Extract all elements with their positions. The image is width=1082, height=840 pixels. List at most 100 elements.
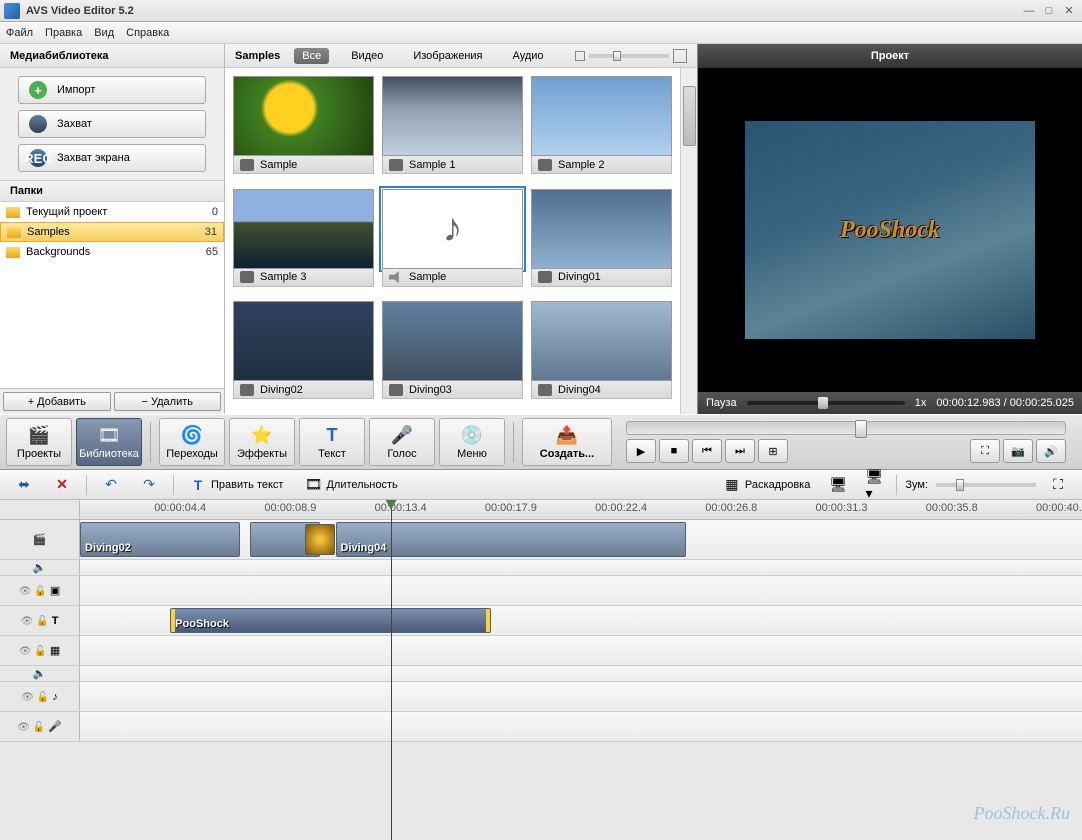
frame-button[interactable]: ⊞ [758, 439, 788, 463]
seek-handle[interactable] [855, 420, 867, 438]
display2-button[interactable]: 🖥▾ [860, 474, 888, 496]
transitions-button[interactable]: 🌀Переходы [159, 418, 225, 466]
add-folder-button[interactable]: + Добавить [3, 392, 111, 411]
film-icon: 🎬 [33, 533, 47, 546]
library-button[interactable]: 🎞Библиотека [76, 418, 142, 466]
thumb-sample3[interactable]: Sample 3 [233, 189, 374, 294]
zoom-large-icon[interactable] [673, 49, 687, 63]
menu-file[interactable]: Файл [6, 27, 33, 39]
split-button[interactable]: ⬌ [10, 474, 38, 496]
thumb-diving02[interactable]: Diving02 [233, 301, 374, 406]
delete-folder-button[interactable]: − Удалить [114, 392, 222, 411]
timeline-ruler[interactable]: 00:00:04.4 00:00:08.9 00:00:13.4 00:00:1… [80, 500, 1082, 519]
screen-capture-button[interactable]: REC Захват экрана [18, 144, 206, 172]
effect-track-content[interactable] [80, 636, 1082, 665]
minimize-icon[interactable]: — [1020, 4, 1038, 18]
next-button[interactable]: ⏭ [725, 439, 755, 463]
filter-audio[interactable]: Аудио [505, 48, 552, 64]
text-button[interactable]: TТекст [299, 418, 365, 466]
clip-edge[interactable] [171, 609, 175, 632]
video-icon [389, 159, 403, 171]
delete-button[interactable]: ✕ [48, 474, 76, 496]
library-scrollbar[interactable] [680, 68, 697, 414]
clip-diving02[interactable]: Diving02 [80, 522, 240, 557]
close-icon[interactable]: ✕ [1060, 4, 1078, 18]
menu-help[interactable]: Справка [126, 27, 169, 39]
volume-button[interactable]: 🔊 [1036, 439, 1066, 463]
lock-icon[interactable] [34, 645, 46, 657]
eye-icon[interactable] [17, 721, 30, 733]
slider-handle[interactable] [613, 51, 621, 61]
overlay-track-head: ▣ [0, 576, 80, 605]
audio-track-content[interactable] [80, 560, 1082, 575]
thumb-diving04[interactable]: Diving04 [531, 301, 672, 406]
zoom-small-icon[interactable] [575, 51, 585, 61]
filter-all[interactable]: Все [294, 48, 329, 64]
folder-samples[interactable]: Samples 31 [0, 222, 224, 242]
lock-icon[interactable] [34, 585, 46, 597]
create-button[interactable]: 📤Создать... [522, 418, 612, 466]
playhead[interactable] [391, 500, 392, 840]
fit-button[interactable]: ⛶ [1044, 474, 1072, 496]
snapshot-button[interactable]: 📷 [1003, 439, 1033, 463]
thumb-sample[interactable]: Sample [233, 76, 374, 181]
effects-button[interactable]: ⭐Эффекты [229, 418, 295, 466]
lock-icon[interactable] [33, 721, 45, 733]
thumb-sample-audio[interactable]: ♪Sample [382, 189, 523, 294]
storyboard-button[interactable]: ▦Раскадровка [718, 474, 816, 496]
duration-button[interactable]: 🎞Длительность [299, 474, 403, 496]
text-track-content[interactable]: PooShock [80, 606, 1082, 635]
seek-slider[interactable] [626, 421, 1066, 435]
thumb-diving03[interactable]: Diving03 [382, 301, 523, 406]
menubar: Файл Правка Вид Справка [0, 22, 1082, 44]
overlay-icon: ▣ [50, 584, 60, 597]
play-button[interactable]: ▶ [626, 439, 656, 463]
lock-icon[interactable] [37, 691, 49, 703]
slider-handle[interactable] [956, 479, 964, 491]
music-track-head: ♪ [0, 682, 80, 711]
speed-slider[interactable] [747, 401, 905, 405]
slider-handle[interactable] [818, 397, 828, 409]
menu-button[interactable]: 💿Меню [439, 418, 505, 466]
voice-button[interactable]: 🎤Голос [369, 418, 435, 466]
folder-current-project[interactable]: Текущий проект 0 [0, 202, 224, 222]
fullscreen-button[interactable]: ⛶ [970, 439, 1000, 463]
ruler-tick: 00:00:35.8 [926, 502, 978, 514]
timeline-zoom-slider[interactable] [936, 483, 1036, 487]
text-clip-pooshock[interactable]: PooShock [170, 608, 491, 633]
scrollbar-thumb[interactable] [683, 86, 696, 146]
menu-edit[interactable]: Правка [45, 27, 82, 39]
thumb-sample2[interactable]: Sample 2 [531, 76, 672, 181]
thumbnail-zoom-slider[interactable] [589, 54, 669, 58]
folder-backgrounds[interactable]: Backgrounds 65 [0, 242, 224, 262]
ruler-head [0, 500, 80, 519]
display-button[interactable]: 🖥 [824, 474, 852, 496]
thumb-sample1[interactable]: Sample 1 [382, 76, 523, 181]
filter-video[interactable]: Видео [343, 48, 391, 64]
import-button[interactable]: + Импорт [18, 76, 206, 104]
thumb-label: Sample 1 [409, 159, 455, 171]
thumb-diving01[interactable]: Diving01 [531, 189, 672, 294]
plus-icon: + [29, 81, 47, 99]
prev-button[interactable]: ⏮ [692, 439, 722, 463]
undo-button[interactable]: ↶ [97, 474, 125, 496]
stop-button[interactable]: ■ [659, 439, 689, 463]
overlay-track-content[interactable] [80, 576, 1082, 605]
eye-icon[interactable] [21, 691, 34, 703]
maximize-icon[interactable]: □ [1040, 4, 1058, 18]
overlay-track: ▣ [0, 576, 1082, 606]
eye-icon[interactable] [21, 615, 34, 627]
edit-text-button[interactable]: TПравить текст [184, 474, 289, 496]
eye-icon[interactable] [19, 585, 32, 597]
video-track-content[interactable]: Diving02 Diving04 [80, 520, 1082, 559]
capture-button[interactable]: Захват [18, 110, 206, 138]
redo-button[interactable]: ↷ [135, 474, 163, 496]
filter-image[interactable]: Изображения [405, 48, 490, 64]
transition-clip[interactable] [305, 524, 335, 555]
projects-button[interactable]: 🎬Проекты [6, 418, 72, 466]
menu-view[interactable]: Вид [94, 27, 114, 39]
eye-icon[interactable] [19, 645, 32, 657]
clip-diving04[interactable]: Diving04 [336, 522, 687, 557]
clip-edge[interactable] [486, 609, 490, 632]
lock-icon[interactable] [36, 615, 48, 627]
